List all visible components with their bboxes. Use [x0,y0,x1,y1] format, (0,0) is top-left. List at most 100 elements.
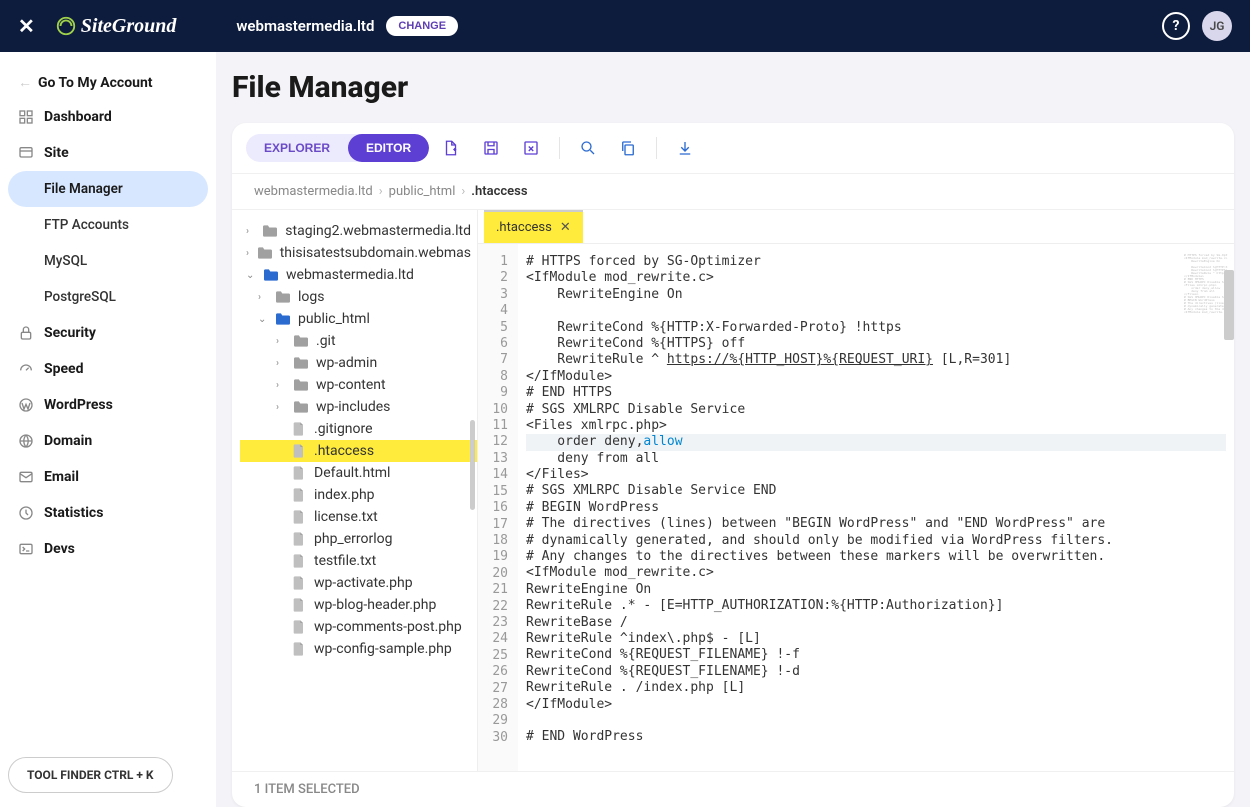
explorer-tab[interactable]: EXPLORER [246,134,348,162]
code-area[interactable]: 1234567891011121314151617181920212223242… [478,244,1234,771]
back-to-account[interactable]: ← Go To My Account [8,66,208,99]
folder-open-icon [262,268,280,282]
sidebar-item-statistics[interactable]: Statistics [8,495,208,531]
tree-file[interactable]: license.txt [240,506,477,528]
sidebar-item-devs[interactable]: Devs [8,531,208,567]
tree-label: wp-activate.php [314,575,413,591]
sidebar-item-speed[interactable]: Speed [8,351,208,387]
editor-tab-htaccess[interactable]: .htaccess ✕ [484,210,583,243]
tree-file[interactable]: wp-config-sample.php [240,638,477,660]
close-icon[interactable]: ✕ [18,14,35,38]
tree-scrollbar[interactable] [470,420,475,510]
tree-file[interactable]: testfile.txt [240,550,477,572]
tree-file[interactable]: php_errorlog [240,528,477,550]
chevron-icon: › [276,402,286,413]
tree-label: wp-blog-header.php [314,597,436,613]
save-icon[interactable] [473,133,509,163]
tree-label: wp-includes [316,399,390,415]
editor-tabs: .htaccess ✕ [478,210,1234,244]
tree-file[interactable]: Default.html [240,462,477,484]
view-segment: EXPLORER EDITOR [246,134,429,162]
main: File Manager EXPLORER EDITOR webmasterm [216,52,1250,807]
sidebar-sub-ftp-accounts[interactable]: FTP Accounts [8,207,208,243]
new-file-icon[interactable] [433,133,469,163]
minimap[interactable]: # HTTPS forced by SG-Optimizer <IfModule… [1184,254,1228,314]
chevron-icon: ⌄ [246,270,256,281]
speed-icon [18,361,34,377]
editor-scrollbar[interactable] [1224,270,1234,340]
breadcrumb-part[interactable]: webmastermedia.ltd [254,184,373,199]
nav-label: Email [44,469,79,485]
copy-icon[interactable] [610,133,646,163]
folder-icon [292,334,310,348]
file-icon [292,619,308,635]
tree-folder[interactable]: ›.git [240,330,477,352]
tree-folder[interactable]: ›wp-admin [240,352,477,374]
tree-file[interactable]: wp-blog-header.php [240,594,477,616]
sidebar-item-email[interactable]: Email [8,459,208,495]
file-icon [292,487,308,503]
sidebar-item-security[interactable]: Security [8,315,208,351]
back-label: Go To My Account [38,75,153,91]
workspace: ›staging2.webmastermedia.ltd › thisisatest… [232,210,1234,771]
chevron-right-icon: › [379,184,383,199]
tab-close-icon[interactable]: ✕ [560,220,571,235]
file-icon [292,597,308,613]
search-icon[interactable] [570,133,606,163]
change-button[interactable]: CHANGE [386,16,458,36]
lock-icon [18,325,34,341]
sidebar-item-domain[interactable]: Domain [8,423,208,459]
code-lines[interactable]: # HTTPS forced by SG-Optimizer<IfModule … [518,244,1234,771]
topbar: ✕ SiteGround webmastermedia.ltd CHANGE ?… [0,0,1250,52]
discard-icon[interactable] [513,133,549,163]
nav-label: Security [44,325,96,341]
folder-icon [274,290,292,304]
download-icon[interactable] [667,133,703,163]
arrow-left-icon: ← [18,74,32,91]
tree-folder[interactable]: › thisisatestsubdomain.webmas [240,242,477,264]
breadcrumb-part[interactable]: public_html [389,184,456,199]
terminal-icon [18,541,34,557]
tree-folder[interactable]: › wp-includes [240,396,477,418]
chevron-icon: › [276,380,286,391]
nav-label: Statistics [44,505,103,521]
sidebar-sub-postgresql[interactable]: PostgreSQL [8,279,208,315]
nav-label: Domain [44,433,92,449]
help-icon[interactable]: ? [1162,12,1190,40]
tree-label: wp-comments-post.php [314,619,462,635]
file-icon [292,443,308,459]
tree-label: thisisatestsubdomain.webmas [280,245,471,261]
file-icon [292,421,308,437]
tree-folder[interactable]: ⌄public_html [240,308,477,330]
tree-label: wp-admin [316,355,377,371]
sidebar-item-dashboard[interactable]: Dashboard [8,99,208,135]
tree-folder[interactable]: ›staging2.webmastermedia.ltd [240,220,477,242]
chevron-icon: › [258,292,268,303]
site-icon [18,145,34,161]
tree-file[interactable]: wp-activate.php [240,572,477,594]
tool-finder-button[interactable]: TOOL FINDER CTRL + K [8,757,173,793]
file-tree[interactable]: ›staging2.webmastermedia.ltd › thisisatest… [232,210,478,771]
sidebar-sub-mysql[interactable]: MySQL [8,243,208,279]
tree-file[interactable]: .gitignore [240,418,477,440]
tree-label: wp-content [316,377,386,393]
chevron-icon: › [246,248,250,259]
tree-folder[interactable]: ›logs [240,286,477,308]
sidebar-item-wordpress[interactable]: WordPress [8,387,208,423]
tree-label: webmastermedia.ltd [286,267,414,283]
wp-icon [18,397,34,413]
sidebar-sub-file-manager[interactable]: File Manager [8,171,208,207]
file-icon [292,465,308,481]
logo-icon [55,15,77,37]
editor-tab[interactable]: EDITOR [348,134,429,162]
folder-icon [261,224,279,238]
tree-file[interactable]: .htaccess [240,440,477,462]
tree-file[interactable]: index.php [240,484,477,506]
avatar[interactable]: JG [1202,11,1232,41]
tree-folder[interactable]: ⌄ webmastermedia.ltd [240,264,477,286]
logo[interactable]: SiteGround [55,15,177,38]
tree-folder[interactable]: › wp-content [240,374,477,396]
sidebar-item-site[interactable]: Site [8,135,208,171]
breadcrumb-part[interactable]: .htaccess [471,184,527,199]
tree-file[interactable]: wp-comments-post.php [240,616,477,638]
